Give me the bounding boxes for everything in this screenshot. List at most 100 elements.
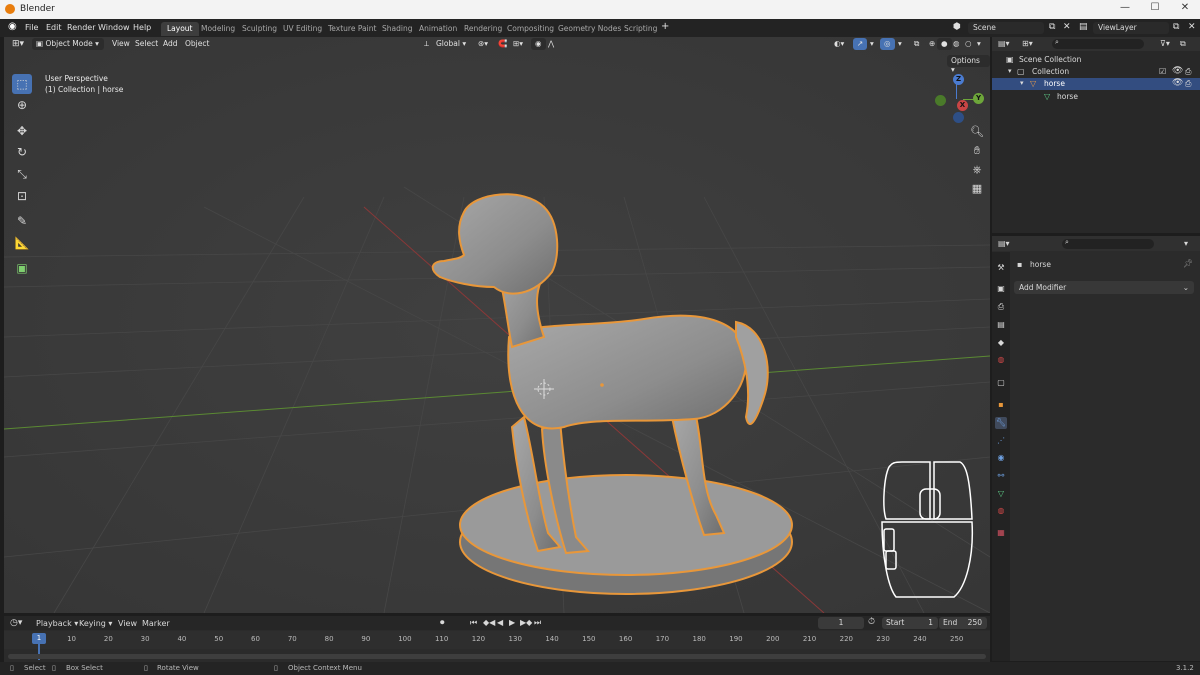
menu-view[interactable]: View [108,38,134,50]
mode-selector[interactable]: ▣ Object Mode ▾ [32,38,104,50]
display-mode-icon[interactable]: ⊞▾ [1022,39,1033,48]
shading-menu-icon[interactable]: ▾ [973,38,985,50]
start-frame-field[interactable]: Start 1 [882,617,938,629]
menu-window[interactable]: Window [98,23,130,32]
add-cube-tool-icon[interactable]: ▣ [12,258,32,278]
menu-playback[interactable]: Playback ▾ [36,619,78,628]
menu-edit[interactable]: Edit [46,23,62,32]
expand-icon[interactable]: ▾ [1008,67,1012,75]
gizmo-z-icon[interactable]: Z [953,74,964,85]
tab-layout[interactable]: Layout [161,22,199,36]
tab-uv-editing[interactable]: UV Editing [277,22,328,36]
cursor-tool-icon[interactable]: ⊕ [12,95,32,115]
data-tab-icon[interactable]: ▽ [995,488,1007,500]
move-tool-icon[interactable]: ✥ [12,121,32,141]
tab-texture-paint[interactable]: Texture Paint [322,22,382,36]
outliner-item-collection[interactable]: ▾ ▢ Collection ☑ 👁︎ ⎙ [992,66,1200,78]
falloff-icon[interactable]: ⋀ [544,38,558,50]
visibility-eye-icon[interactable]: 👁︎ [1172,78,1183,88]
scene-tab-icon[interactable]: ◆ [995,337,1007,349]
physics-tab-icon[interactable]: ◉ [995,452,1007,464]
menu-object[interactable]: Object [181,38,213,50]
view-layer-icon[interactable]: ▤ [1079,22,1088,32]
scene-field[interactable]: Scene [968,22,1044,34]
blender-menu-icon[interactable]: ◉ [8,21,17,32]
record-icon[interactable]: ⏺ [440,618,445,628]
tab-geometry-nodes[interactable]: Geometry Nodes [552,22,627,36]
exclude-checkbox-icon[interactable]: ☑ [1159,67,1166,76]
snap-target-icon[interactable]: ⊞▾ [509,38,527,50]
properties-menu-icon[interactable]: ▾ [1184,239,1188,248]
add-modifier-dropdown[interactable]: Add Modifier ⌄ [1014,281,1194,294]
gizmo-y-icon[interactable]: Y [973,93,984,104]
texture-tab-icon[interactable]: ▦ [995,527,1007,539]
properties-editor-icon[interactable]: ▤▾ [998,239,1010,248]
outliner-item-scene-collection[interactable]: ▣ Scene Collection [992,54,1200,66]
gizmo-neg-y-icon[interactable] [935,95,946,106]
pan-hand-icon[interactable]: ✋︎ [969,143,985,159]
annotate-tool-icon[interactable]: ✎ [12,211,32,231]
overlays-toggle-icon[interactable]: ◎ [880,38,895,50]
tab-modeling[interactable]: Modeling [195,22,241,36]
menu-file[interactable]: File [25,23,38,32]
next-keyframe-icon[interactable]: ▶◆ [520,618,532,627]
timeline-scrollbar[interactable] [8,654,986,659]
delete-view-layer-icon[interactable]: ✕ [1188,22,1196,32]
new-collection-icon[interactable]: ⧉ [1180,39,1186,49]
object-tab-icon[interactable]: ▪ [995,399,1007,411]
transform-tool-icon[interactable]: ⊡ [12,186,32,206]
close-button[interactable]: ✕ [1170,2,1200,17]
visibility-icon[interactable]: ◐▾ [830,38,848,50]
add-workspace-button[interactable]: + [661,21,669,32]
outliner-editor-icon[interactable]: ▤▾ [998,39,1010,48]
particles-tab-icon[interactable]: ⋰ [995,435,1007,447]
tab-sculpting[interactable]: Sculpting [236,22,283,36]
view-layer-tab-icon[interactable]: ▤ [995,319,1007,331]
gizmo-neg-z-icon[interactable] [953,112,964,123]
menu-keying[interactable]: Keying ▾ [79,619,112,628]
play-reverse-icon[interactable]: ◀ [497,618,503,627]
outliner-search-input[interactable]: ⌕ [1052,38,1144,49]
jump-start-icon[interactable]: ⏮ [470,618,477,628]
measure-tool-icon[interactable]: 📐 [12,233,32,253]
end-frame-field[interactable]: End 250 [939,617,987,629]
rotate-tool-icon[interactable]: ↻ [12,142,32,162]
menu-marker[interactable]: Marker [142,619,170,628]
filter-icon[interactable]: ⊽▾ [1160,39,1170,48]
gizmo-menu-icon[interactable]: ▾ [866,38,878,50]
tab-animation[interactable]: Animation [413,22,463,36]
prev-keyframe-icon[interactable]: ◆◀ [483,618,495,627]
overlays-menu-icon[interactable]: ▾ [894,38,906,50]
stopwatch-icon[interactable]: ⏱ [868,617,875,627]
current-frame-field[interactable]: 1 [818,617,864,629]
gizmo-x-icon[interactable]: X [957,100,968,111]
output-tab-icon[interactable]: ⎙ [995,301,1007,313]
properties-search-input[interactable]: ⌕ [1062,238,1154,249]
new-scene-icon[interactable]: ⧉ [1049,22,1055,32]
delete-scene-icon[interactable]: ✕ [1063,22,1071,32]
select-box-tool-icon[interactable]: ⬚ [12,74,32,94]
world-tab-icon[interactable]: ◍ [995,354,1007,366]
render-camera-icon[interactable]: ⎙ [1185,67,1191,77]
tool-tab-icon[interactable]: ⚒ [995,262,1007,274]
collection-tab-icon[interactable]: ▢ [995,377,1007,389]
editor-type-icon[interactable]: ⊞▾ [8,38,28,50]
play-icon[interactable]: ▶ [509,618,515,627]
visibility-eye-icon[interactable]: 👁︎ [1172,66,1183,76]
camera-view-icon[interactable]: ⎈ [969,162,985,178]
render-camera-icon[interactable]: ⎙ [1185,79,1191,89]
3d-viewport[interactable]: ⊞▾ ▣ Object Mode ▾ View Select Add Objec… [4,37,990,613]
menu-render[interactable]: Render [67,23,95,32]
constraints-tab-icon[interactable]: ⚯ [995,470,1007,482]
xray-toggle-icon[interactable]: ⧉ [910,38,923,50]
timeline-editor-icon[interactable]: ◷▾ [10,618,22,628]
zoom-icon[interactable]: 🔍︎ [969,124,985,140]
playhead-frame-indicator[interactable]: 1 [32,633,46,644]
expand-icon[interactable]: ▾ [1020,79,1024,87]
options-dropdown[interactable]: Options ▾ [947,55,990,74]
modifier-tab-icon[interactable]: 🔧︎ [995,417,1007,429]
material-tab-icon[interactable]: ◍ [995,505,1007,517]
menu-add[interactable]: Add [159,38,182,50]
pivot-icon[interactable]: ⊛▾ [474,38,492,50]
menu-help[interactable]: Help [133,23,151,32]
